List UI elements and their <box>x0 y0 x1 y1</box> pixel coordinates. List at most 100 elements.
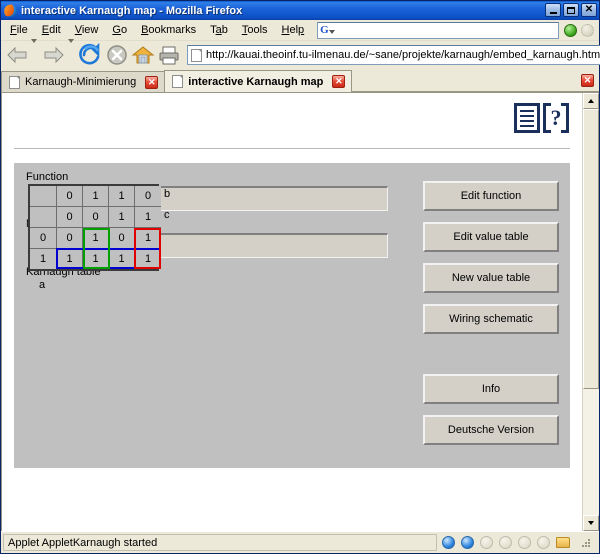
menu-edit[interactable]: Edit <box>35 22 68 38</box>
kcell-r1-c0[interactable]: 1 <box>57 249 83 269</box>
karnaugh-applet: Function (/b)&c+b&(/c)+a Minimized term … <box>14 163 570 468</box>
kcell-b-4: 0 <box>135 186 161 207</box>
kcell-r1-c3[interactable]: 1 <box>135 249 161 269</box>
status-green-icon <box>564 23 577 37</box>
back-icon[interactable] <box>5 43 29 67</box>
search-dropdown-caret <box>328 30 335 34</box>
menu-view[interactable]: View <box>68 22 106 38</box>
back-dropdown-icon[interactable] <box>31 39 40 67</box>
horizontal-rule <box>14 148 570 149</box>
reload-icon[interactable] <box>79 42 103 67</box>
browser-window: interactive Karnaugh map - Mozilla Firef… <box>0 0 600 554</box>
tab-close-icon[interactable]: ✕ <box>332 75 346 88</box>
status-icon-6[interactable] <box>537 536 550 549</box>
tab-karnaugh-minimierung[interactable]: Karnaugh-Minimierung ✕ <box>1 71 166 92</box>
tabbar-close-icon[interactable]: ✕ <box>581 74 594 87</box>
menu-bookmarks[interactable]: Bookmarks <box>134 22 203 38</box>
home-icon[interactable] <box>131 43 155 67</box>
kcell-r0-c1[interactable]: 1 <box>83 228 109 249</box>
kmap-axis-label-c: c <box>164 209 170 221</box>
kcell-b-1: 0 <box>57 186 83 207</box>
status-icons <box>437 536 597 549</box>
kmap-axis-label-a: a <box>39 279 46 291</box>
kcell-c-4: 1 <box>135 207 161 228</box>
kcell-a-0: 0 <box>30 228 57 249</box>
kcell-b-3: 1 <box>109 186 135 207</box>
scroll-up-button[interactable] <box>583 93 599 109</box>
menu-bar: File Edit View Go Bookmarks Tab Tools He… <box>1 20 599 41</box>
search-input[interactable]: G <box>317 21 559 39</box>
karnaugh-table[interactable]: 0 1 1 0 0 0 1 1 0 0 1 0 1 1 1 1 1 1 <box>28 184 161 271</box>
firefox-logo-icon <box>2 3 18 18</box>
folder-icon[interactable] <box>556 537 570 548</box>
close-button[interactable]: ✕ <box>581 3 597 17</box>
edit-value-table-button[interactable]: Edit value table <box>423 222 559 252</box>
scrollbar-thumb[interactable] <box>583 109 599 389</box>
url-text[interactable]: http://kauai.theoinf.tu-ilmenau.de/~sane… <box>206 49 600 61</box>
forward-dropdown-icon[interactable] <box>68 39 77 67</box>
minimize-button[interactable] <box>545 3 561 17</box>
document-icon[interactable] <box>514 103 540 133</box>
menu-help[interactable]: Help <box>275 22 312 38</box>
tab-label: interactive Karnaugh map <box>188 75 324 88</box>
tab-label: Karnaugh-Minimierung <box>25 76 137 88</box>
title-bar: interactive Karnaugh map - Mozilla Firef… <box>1 1 599 20</box>
kcell-c-2: 0 <box>83 207 109 228</box>
status-icon-5[interactable] <box>518 536 531 549</box>
menu-status-icons <box>564 23 594 37</box>
page-header: ? <box>2 93 582 148</box>
status-text: Applet AppletKarnaugh started <box>3 534 437 551</box>
status-icon-4[interactable] <box>499 536 512 549</box>
wiring-schematic-button[interactable]: Wiring schematic <box>423 304 559 334</box>
page-favicon <box>191 48 202 62</box>
google-icon: G <box>320 24 329 36</box>
page-header-icons: ? <box>514 103 569 133</box>
popup-status-icon[interactable] <box>461 536 474 549</box>
maximize-button[interactable] <box>563 3 579 17</box>
edit-function-button[interactable]: Edit function <box>423 181 559 211</box>
web-page: ? Function (/b)&c+b&(/c)+a Minimized ter… <box>2 93 582 531</box>
status-gray-icon <box>581 23 594 37</box>
url-bar[interactable]: http://kauai.theoinf.tu-ilmenau.de/~sane… <box>187 45 600 65</box>
window-controls: ✕ <box>545 3 597 17</box>
kcell-r0-c3[interactable]: 1 <box>135 228 161 249</box>
menu-file[interactable]: File <box>3 22 35 38</box>
print-icon[interactable] <box>157 43 181 67</box>
tab-favicon <box>172 75 184 88</box>
kcell-a-1: 1 <box>30 249 57 269</box>
help-icon[interactable]: ? <box>543 103 569 133</box>
status-icon-3[interactable] <box>480 536 493 549</box>
kcell-r0-c2[interactable]: 0 <box>109 228 135 249</box>
kcell-corner-1 <box>30 207 57 228</box>
scroll-down-button[interactable] <box>583 515 599 531</box>
kcell-corner-0 <box>30 186 57 207</box>
tab-interactive-karnaugh-map[interactable]: interactive Karnaugh map ✕ <box>164 70 353 92</box>
cookie-status-icon[interactable] <box>442 536 455 549</box>
menu-go[interactable]: Go <box>105 22 134 38</box>
info-button[interactable]: Info <box>423 374 559 404</box>
scrollbar-track[interactable] <box>583 389 599 515</box>
kmap-axis-label-b: b <box>164 188 171 200</box>
tab-close-icon[interactable]: ✕ <box>145 76 159 89</box>
tabbar-filler <box>351 69 599 92</box>
new-value-table-button[interactable]: New value table <box>423 263 559 293</box>
window-title: interactive Karnaugh map - Mozilla Firef… <box>21 4 243 17</box>
deutsche-version-button[interactable]: Deutsche Version <box>423 415 559 445</box>
status-bar: Applet AppletKarnaugh started <box>1 531 599 553</box>
vertical-scrollbar[interactable] <box>582 93 599 531</box>
navigation-toolbar: http://kauai.theoinf.tu-ilmenau.de/~sane… <box>1 39 600 69</box>
function-label: Function <box>26 171 69 183</box>
kcell-r1-c1[interactable]: 1 <box>83 249 109 269</box>
stop-icon[interactable] <box>105 43 129 67</box>
menu-tab[interactable]: Tab <box>203 22 235 38</box>
forward-icon[interactable] <box>42 43 66 67</box>
kcell-r0-c0[interactable]: 0 <box>57 228 83 249</box>
tab-bar: Karnaugh-Minimierung ✕ interactive Karna… <box>1 69 599 93</box>
kcell-c-1: 0 <box>57 207 83 228</box>
menu-tools[interactable]: Tools <box>235 22 275 38</box>
kcell-b-2: 1 <box>83 186 109 207</box>
kcell-c-3: 1 <box>109 207 135 228</box>
tab-favicon <box>9 75 20 89</box>
resize-grip[interactable] <box>580 537 592 549</box>
kcell-r1-c2[interactable]: 1 <box>109 249 135 269</box>
